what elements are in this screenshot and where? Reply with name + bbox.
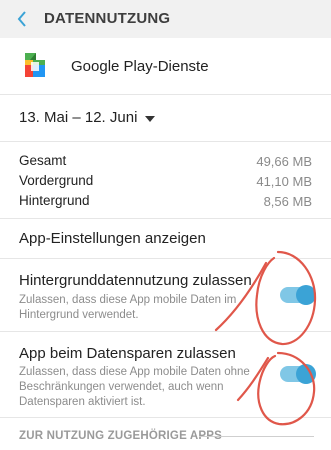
- back-arrow-icon: [17, 11, 26, 27]
- page-title: DATENNUTZUNG: [44, 10, 171, 27]
- option-title: Hintergrunddatennutzung zulassen: [19, 272, 252, 289]
- section-divider: [199, 436, 314, 437]
- app-name: Google Play-Dienste: [71, 58, 209, 75]
- divider: [0, 258, 331, 259]
- stat-value-total: 49,66 MB: [256, 154, 312, 169]
- divider: [0, 141, 331, 142]
- period-label: 13. Mai – 12. Juni: [19, 109, 138, 126]
- section-header: ZUR NUTZUNG ZUGEHÖRIGE APPS: [19, 430, 223, 442]
- divider: [0, 218, 331, 219]
- app-info-row: Google Play-Dienste: [0, 38, 331, 94]
- app-bar: DATENNUTZUNG: [0, 0, 331, 38]
- option-description: Zulassen, dass diese App mobile Daten oh…: [19, 366, 250, 408]
- toggle-knob: [296, 364, 316, 384]
- toggle-knob: [296, 285, 316, 305]
- stat-value-background: 8,56 MB: [263, 194, 312, 209]
- google-play-services-icon: [25, 53, 45, 77]
- stat-label-foreground: Vordergrund: [19, 173, 94, 188]
- background-data-toggle[interactable]: [280, 285, 316, 305]
- option-description: Zulassen, dass diese App mobile Daten im…: [19, 294, 237, 321]
- divider: [0, 417, 331, 418]
- option-title: App beim Datensparen zulassen: [19, 345, 236, 362]
- dropdown-arrow-icon: [145, 116, 155, 122]
- back-button[interactable]: [14, 9, 32, 29]
- divider: [0, 94, 331, 95]
- stat-label-total: Gesamt: [19, 153, 67, 168]
- stat-value-foreground: 41,10 MB: [256, 174, 312, 189]
- data-saver-toggle[interactable]: [280, 364, 316, 384]
- stat-label-background: Hintergrund: [19, 193, 90, 208]
- divider: [0, 331, 331, 332]
- view-app-settings-link[interactable]: App-Einstellungen anzeigen: [19, 230, 206, 247]
